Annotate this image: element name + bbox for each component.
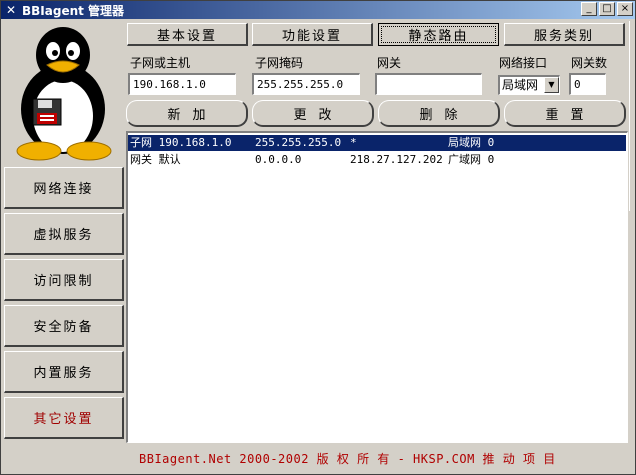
gateway-label: 网关	[377, 56, 402, 70]
mask-label: 子网掩码	[255, 56, 304, 70]
route-interface: 广域网 0	[448, 153, 495, 166]
gateway-count-label: 网关数	[571, 56, 608, 70]
gateway-count-input[interactable]: 0	[569, 73, 606, 95]
minimize-button[interactable]: _	[581, 2, 597, 16]
route-name: 网关 默认	[130, 153, 181, 166]
route-row[interactable]: 子网 190.168.1.0 255.255.255.0 * 局域网 0	[128, 135, 626, 151]
sidebar-item-network-connection[interactable]: 网络连接	[4, 167, 124, 209]
close-button[interactable]: ×	[617, 2, 633, 16]
route-gateway: 218.27.127.202	[350, 153, 443, 166]
interface-select[interactable]: 局域网 ▼	[498, 75, 560, 95]
route-name: 子网 190.168.1.0	[130, 136, 232, 149]
app-logo-icon: ✕	[5, 3, 17, 17]
sidebar-item-builtin-service[interactable]: 内置服务	[4, 351, 124, 393]
penguin-logo	[16, 27, 112, 161]
maximize-button[interactable]: □	[599, 2, 615, 16]
sidebar-item-access-control[interactable]: 访问限制	[4, 259, 124, 301]
window-title: BBIagent 管理器	[22, 3, 125, 18]
reset-button[interactable]: 重置	[504, 100, 626, 127]
tab-service-category[interactable]: 服务类别	[504, 23, 625, 46]
tab-function-settings[interactable]: 功能设置	[252, 23, 373, 46]
add-button[interactable]: 新加	[126, 100, 248, 127]
mask-input[interactable]: 255.255.255.0	[252, 73, 360, 95]
sidebar-item-virtual-service[interactable]: 虚拟服务	[4, 213, 124, 255]
route-interface: 局域网 0	[448, 136, 495, 149]
modify-button[interactable]: 更改	[252, 100, 374, 127]
sidebar-item-other-settings[interactable]: 其它设置	[4, 397, 124, 439]
subnet-input[interactable]: 190.168.1.0	[128, 73, 236, 95]
title-bar[interactable]: ✕ BBIagent 管理器 _ □ ×	[1, 1, 635, 19]
window-edge-strip	[629, 21, 635, 211]
route-list[interactable]: 子网 190.168.1.0 255.255.255.0 * 局域网 0 网关 …	[126, 131, 628, 443]
chevron-down-icon[interactable]: ▼	[544, 77, 559, 93]
delete-button[interactable]: 删除	[378, 100, 500, 127]
interface-select-value: 局域网	[502, 78, 539, 92]
route-gateway: *	[350, 136, 357, 149]
route-row[interactable]: 网关 默认 0.0.0.0 218.27.127.202 广域网 0	[128, 152, 626, 168]
tab-basic-settings[interactable]: 基本设置	[127, 23, 248, 46]
app-window: ✕ BBIagent 管理器 _ □ × 基本设置 功能设置 静态路由 服务类别…	[0, 0, 636, 475]
copyright-footer: BBIagent.Net 2000-2002 版 权 所 有 - HKSP.CO…	[139, 452, 556, 466]
route-mask: 255.255.255.0	[255, 136, 342, 149]
gateway-input[interactable]	[375, 73, 482, 95]
sidebar-item-security[interactable]: 安全防备	[4, 305, 124, 347]
route-mask: 0.0.0.0	[255, 153, 302, 166]
subnet-label: 子网或主机	[130, 56, 191, 70]
interface-label: 网络接口	[499, 56, 548, 70]
tab-static-route[interactable]: 静态路由	[378, 23, 499, 46]
